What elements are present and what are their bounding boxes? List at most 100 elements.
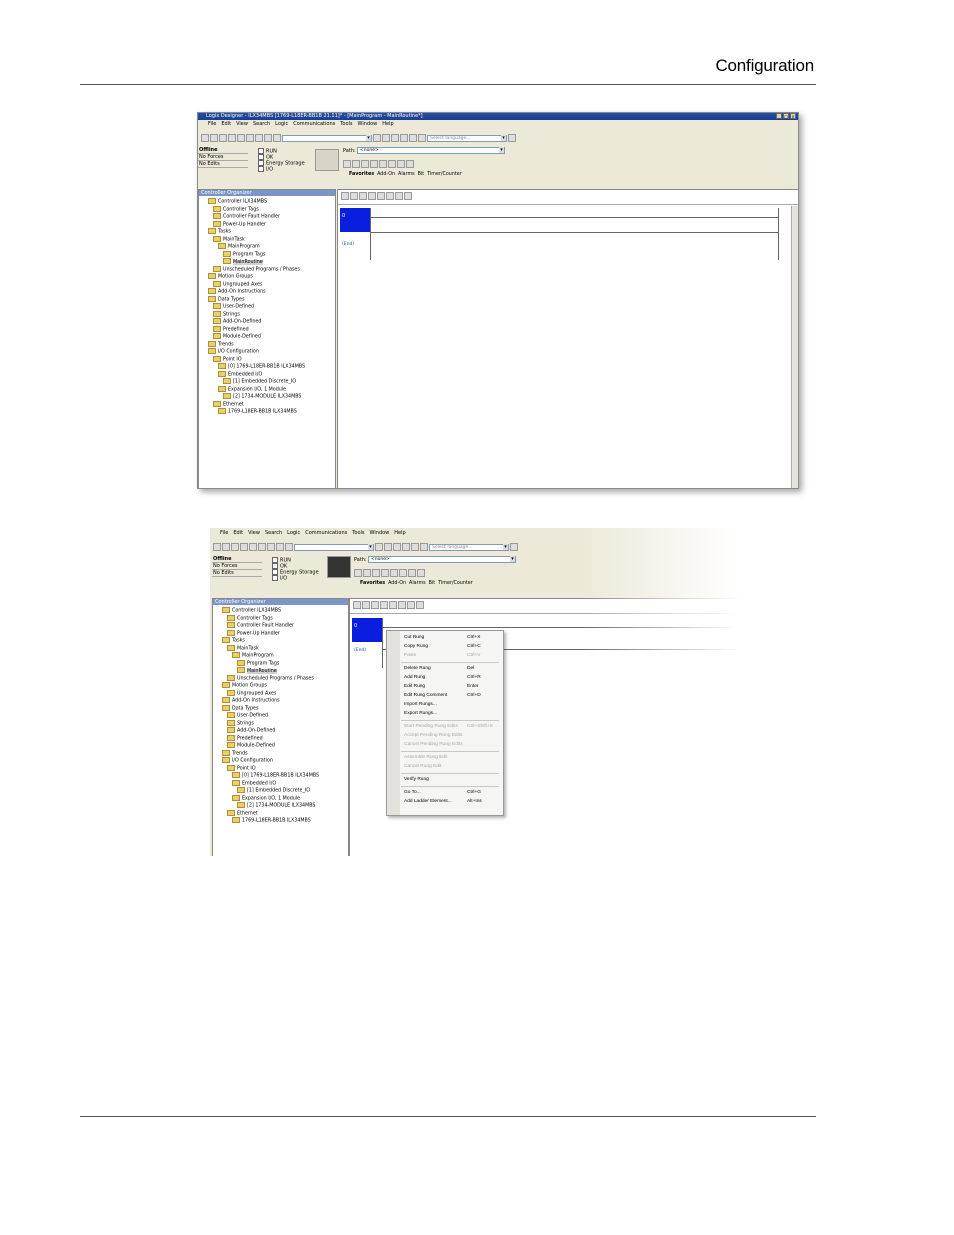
- tree-item[interactable]: Strings: [213, 719, 348, 728]
- context-menu-item[interactable]: Export Rungs...: [387, 710, 503, 718]
- otu-icon[interactable]: [417, 569, 425, 577]
- menu-window[interactable]: Window: [358, 121, 378, 128]
- undo-icon[interactable]: [264, 134, 272, 142]
- tree-item[interactable]: Predefined: [199, 325, 335, 334]
- tree-item[interactable]: [0] 1769-L18ER-BB1B ILX34MBS: [199, 363, 335, 371]
- tree-item[interactable]: Add-On Instructions: [213, 697, 348, 705]
- ote-icon[interactable]: [388, 160, 396, 168]
- tree-item[interactable]: Controller ILX34MBS: [199, 198, 335, 206]
- menu-file[interactable]: File: [220, 530, 228, 537]
- zoom-in-icon[interactable]: [411, 543, 419, 551]
- context-menu-item[interactable]: Copy Rung Ctrl+C: [387, 643, 503, 651]
- context-menu-item[interactable]: Verify Rung: [387, 776, 503, 784]
- context-menu-item[interactable]: Edit Rung Comment Ctrl+D: [387, 692, 503, 700]
- path-select[interactable]: <none>: [368, 556, 516, 563]
- editor-tool-icon[interactable]: [377, 192, 385, 200]
- tree-item[interactable]: Motion Groups: [199, 273, 335, 281]
- tree-item[interactable]: Trends: [213, 749, 348, 758]
- tree-item[interactable]: MainProgram: [199, 243, 335, 251]
- context-menu-item[interactable]: Cancel Rung Edit: [387, 763, 503, 771]
- status-forces[interactable]: No Forces: [212, 563, 262, 570]
- tree-item[interactable]: Motion Groups: [213, 682, 348, 690]
- rung-icon[interactable]: [343, 160, 351, 168]
- tree-item[interactable]: Ungrouped Axes: [213, 689, 348, 698]
- editor-tool-icon[interactable]: [362, 601, 370, 609]
- tree-item[interactable]: MainTask: [213, 644, 348, 653]
- context-menu-item[interactable]: Add Ladder Element... Alt+Ins: [387, 798, 503, 806]
- vertical-scrollbar[interactable]: [791, 206, 798, 488]
- tree-item[interactable]: Controller Fault Handler: [199, 213, 335, 221]
- tree-item[interactable]: 1769-L18ER-BB1B ILX34MBS: [213, 817, 348, 825]
- menu-logic[interactable]: Logic: [275, 121, 288, 128]
- context-menu-item[interactable]: Assemble Rung Edit: [387, 754, 503, 762]
- tree-item[interactable]: Program Tags: [199, 250, 335, 259]
- paste-icon[interactable]: [267, 543, 275, 551]
- context-menu-item[interactable]: Cut Rung Ctrl+X: [387, 634, 503, 642]
- tree-item[interactable]: Module-Defined: [199, 333, 335, 341]
- tree-item[interactable]: Strings: [199, 310, 335, 319]
- status-offline[interactable]: Offline: [198, 147, 248, 154]
- tree-item[interactable]: Unscheduled Programs / Phases: [199, 265, 335, 274]
- tree-item[interactable]: Unscheduled Programs / Phases: [213, 674, 348, 683]
- otl-icon[interactable]: [408, 569, 416, 577]
- menu-logic[interactable]: Logic: [287, 530, 300, 537]
- tree-item[interactable]: Controller Fault Handler: [213, 622, 348, 630]
- tab-timer-counter[interactable]: Timer/Counter: [438, 581, 473, 586]
- editor-tool-icon[interactable]: [368, 192, 376, 200]
- tree-item[interactable]: 1769-L18ER-BB1B ILX34MBS: [199, 408, 335, 416]
- undo-icon[interactable]: [276, 543, 284, 551]
- print-icon[interactable]: [228, 134, 236, 142]
- context-menu-item[interactable]: Delete Rung Del: [387, 665, 503, 673]
- close-button[interactable]: ×: [790, 113, 796, 119]
- tree-item[interactable]: Add-On Instructions: [199, 288, 335, 296]
- tree-item[interactable]: Point IO: [199, 355, 335, 364]
- properties-icon[interactable]: [400, 134, 408, 142]
- editor-tool-icon[interactable]: [341, 192, 349, 200]
- verify-icon[interactable]: [373, 134, 381, 142]
- language-select[interactable]: Select language...: [429, 543, 509, 551]
- editor-tool-icon[interactable]: [359, 192, 367, 200]
- tree-item[interactable]: Tasks: [199, 228, 335, 236]
- branch-level-icon[interactable]: [361, 160, 369, 168]
- editor-tool-icon[interactable]: [386, 192, 394, 200]
- copy-icon[interactable]: [258, 543, 266, 551]
- tab-alarms[interactable]: Alarms: [409, 581, 426, 586]
- tree-item[interactable]: Embedded I/O: [213, 779, 348, 788]
- tab-add-on[interactable]: Add-On: [377, 172, 395, 177]
- xic-icon[interactable]: [381, 569, 389, 577]
- context-menu-item[interactable]: Add Rung Ctrl+R: [387, 674, 503, 682]
- tab-timer-counter[interactable]: Timer/Counter: [427, 172, 462, 177]
- editor-tool-icon[interactable]: [416, 601, 424, 609]
- paste-icon[interactable]: [255, 134, 263, 142]
- status-edits[interactable]: No Edits: [212, 570, 262, 577]
- language-go-icon[interactable]: [510, 543, 518, 551]
- branch-icon[interactable]: [363, 569, 371, 577]
- ote-icon[interactable]: [399, 569, 407, 577]
- tree-item[interactable]: MainTask: [199, 235, 335, 244]
- tree-item[interactable]: Point IO: [213, 764, 348, 773]
- rung-selected[interactable]: 0: [352, 618, 382, 642]
- tree-item[interactable]: User-Defined: [213, 712, 348, 720]
- status-offline[interactable]: Offline: [212, 556, 262, 563]
- tree-item[interactable]: Add-On-Defined: [199, 318, 335, 326]
- new-icon[interactable]: [213, 543, 221, 551]
- menu-communications[interactable]: Communications: [305, 530, 347, 537]
- editor-tool-icon[interactable]: [380, 601, 388, 609]
- context-menu-item[interactable]: Paste Ctrl+V: [387, 652, 503, 660]
- xio-icon[interactable]: [379, 160, 387, 168]
- tree-item[interactable]: [0] 1769-L18ER-BB1B ILX34MBS: [213, 772, 348, 780]
- tree-item[interactable]: [1] Embedded Discrete_IO: [199, 378, 335, 386]
- menu-tools[interactable]: Tools: [352, 530, 364, 537]
- tree-item[interactable]: I/O Configuration: [213, 757, 348, 765]
- tree-item[interactable]: [2] 1734-MODULE ILX34MBS: [199, 393, 335, 401]
- copy-icon[interactable]: [246, 134, 254, 142]
- open-icon[interactable]: [210, 134, 218, 142]
- menu-view[interactable]: View: [248, 530, 260, 537]
- tab-favorites[interactable]: Favorites: [349, 172, 374, 177]
- tab-bit[interactable]: Bit: [418, 172, 425, 177]
- context-menu-item[interactable]: Go To... Ctrl+G: [387, 789, 503, 797]
- network-icon[interactable]: [382, 134, 390, 142]
- save-icon[interactable]: [231, 543, 239, 551]
- context-menu-item[interactable]: Import Rungs...: [387, 701, 503, 709]
- tree-item[interactable]: [1] Embedded Discrete_IO: [213, 787, 348, 795]
